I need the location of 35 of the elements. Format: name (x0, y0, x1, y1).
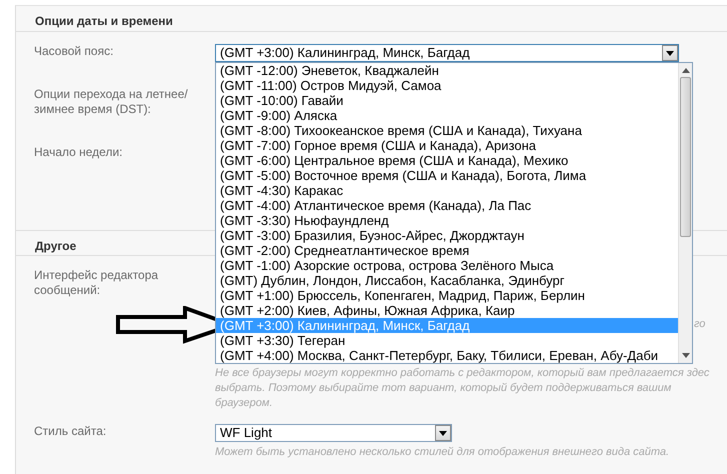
dropdown-option[interactable]: (GMT -5:00) Восточное время (США и Канада), Богота, Лима (216, 168, 678, 183)
dropdown-option[interactable]: (GMT -8:00) Тихоокеанское время (США и Канада), Тихуана (216, 123, 678, 138)
dropdown-option[interactable]: (GMT -4:00) Атлантическое время (Канада), Ла Пас (216, 198, 678, 213)
dropdown-option[interactable]: (GMT +3:30) Тегеран (216, 333, 678, 348)
dropdown-option[interactable]: (GMT -7:00) Горное время (США и Канада), Аризона (216, 138, 678, 153)
dropdown-option[interactable]: (GMT -3:00) Бразилия, Буэнос-Айрес, Джорджтаун (216, 228, 678, 243)
scroll-down-icon[interactable] (682, 353, 690, 358)
dropdown-option[interactable]: (GMT -3:30) Ньюфаундленд (216, 213, 678, 228)
field-label: Интерфейс редактора сообщений: (33, 268, 160, 298)
dropdown-option[interactable]: (GMT +4:00) Москва, Санкт-Петербург, Баку, Тбилиси, Ереван, Абу-Даби (216, 348, 678, 363)
field-label: Начало недели: (33, 145, 124, 160)
dropdown-option[interactable]: (GMT -2:00) Среднеатлантическое время (216, 243, 678, 258)
dropdown-option[interactable]: (GMT -11:00) Остров Мидуэй, Самоа (216, 78, 678, 93)
caret-icon (666, 50, 674, 56)
dropdown-option[interactable]: (GMT +2:00) Киев, Афины, Южная Африка, Каир (216, 303, 678, 318)
scrollbar-thumb[interactable] (680, 77, 691, 237)
hint-text: го (694, 317, 706, 332)
dropdown-option[interactable]: (GMT -9:00) Аляска (216, 108, 678, 123)
dropdown-select[interactable]: (GMT +3:00) Калининград, Минск, Багдад (215, 44, 679, 62)
dropdown-option[interactable]: (GMT) Дублин, Лондон, Лиссабон, Касабланка, Эдинбург (216, 273, 678, 288)
field-label: Часовой пояс: (33, 44, 114, 59)
caret-icon (439, 430, 447, 436)
section-title: Опции даты и времени (16, 6, 727, 32)
dropdown-option[interactable]: (GMT -12:00) Эневеток, Кваджалейн (216, 63, 678, 78)
dropdown-option[interactable]: (GMT +1:00) Брюссель, Копенгаген, Мадрид, Париж, Берлин (216, 288, 678, 303)
scroll-up-icon[interactable] (682, 68, 690, 73)
dropdown-select[interactable]: WF Light (215, 424, 452, 442)
dropdown-option[interactable]: (GMT -10:00) Гавайи (216, 93, 678, 108)
hint-text: Не все браузеры могут корректно работать с редактором, который вам предлагается здес выбрать. Поэтому выбирайте тот вариант, который будет поддерживаться вашим браузером. (215, 366, 710, 411)
dropdown-option[interactable]: (GMT -4:30) Каракас (216, 183, 678, 198)
hint-text: Может быть установлено несколько стилей для отображения внешнего вида сайта. (215, 445, 670, 460)
field-label: Опции перехода на летнее/ зимнее время (DST): (33, 87, 189, 117)
field-label: Стиль сайта: (33, 424, 108, 439)
dropdown-option[interactable]: (GMT -1:00) Азорские острова, острова Зелёного Мыса (216, 258, 678, 273)
dropdown-option[interactable]: (GMT -6:00) Центральное время (США и Канада), Мехико (216, 153, 678, 168)
